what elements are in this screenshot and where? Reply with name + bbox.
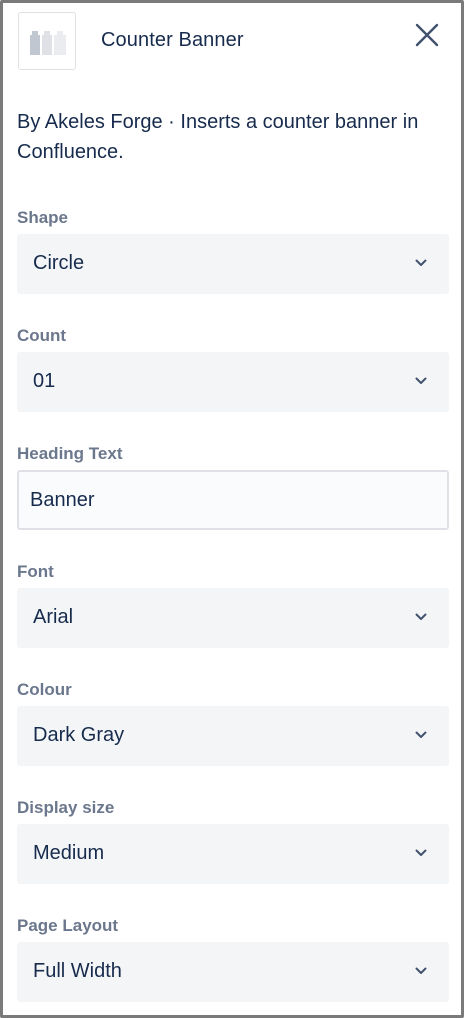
count-label: Count — [17, 326, 67, 345]
shape-select[interactable]: Circle — [17, 234, 449, 294]
shape-select-value: Circle — [33, 252, 85, 274]
colour-label: Colour — [17, 680, 72, 699]
colour-select-value: Dark Gray — [33, 724, 125, 746]
panel-header: Counter Banner — [18, 12, 446, 70]
count-select-value: 01 — [33, 370, 56, 392]
lego-blocks-icon — [30, 31, 66, 55]
font-label: Font — [17, 562, 54, 581]
app-icon — [18, 12, 76, 70]
page-layout-select-value: Full Width — [33, 960, 122, 982]
font-select[interactable]: Arial — [17, 588, 449, 648]
shape-label: Shape — [17, 208, 69, 227]
close-icon — [415, 23, 439, 47]
count-select[interactable]: 01 — [17, 352, 449, 412]
page-layout-label: Page Layout — [17, 916, 119, 935]
display-size-label: Display size — [17, 798, 115, 817]
app-description: By Akeles Forge · Inserts a counter bann… — [17, 111, 419, 163]
macro-config-panel: Counter Banner By Akeles Forge · Inserts… — [0, 0, 464, 1018]
chevron-down-icon — [415, 613, 427, 620]
font-select-value: Arial — [33, 606, 74, 628]
display-size-select[interactable]: Medium — [17, 824, 449, 884]
colour-select[interactable]: Dark Gray — [17, 706, 449, 766]
close-button[interactable] — [412, 20, 442, 50]
chevron-down-icon — [415, 731, 427, 738]
chevron-down-icon — [415, 849, 427, 856]
display-size-select-value: Medium — [33, 842, 105, 864]
heading-text-label: Heading Text — [17, 444, 123, 463]
chevron-down-icon — [415, 259, 427, 266]
chevron-down-icon — [415, 967, 427, 974]
panel-title: Counter Banner — [101, 29, 244, 51]
heading-text-input[interactable] — [17, 470, 449, 530]
chevron-down-icon — [415, 377, 427, 384]
page-layout-select[interactable]: Full Width — [17, 942, 449, 1002]
